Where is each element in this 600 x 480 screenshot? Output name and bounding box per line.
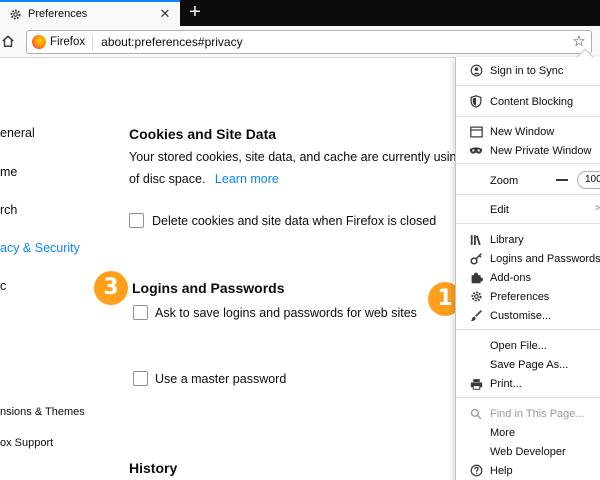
menu-item-label: Help	[490, 464, 513, 477]
zoom-reset-button[interactable]: 100	[577, 171, 600, 189]
paintbrush-icon	[469, 309, 483, 323]
menu-item-label: Zoom	[490, 174, 519, 187]
master-password-label[interactable]: Use a master password	[155, 372, 286, 386]
menu-item-print[interactable]: Print...	[456, 374, 600, 393]
menu-item-addons[interactable]: Add-ons	[456, 268, 600, 287]
cut-icon[interactable]: ✂	[595, 201, 600, 215]
nav-bar: Firefox about:preferences#privacy ☆	[0, 26, 600, 58]
tab-preferences[interactable]: Preferences ✕	[0, 0, 180, 26]
sidebar-item-search[interactable]: rch	[0, 203, 17, 217]
cookies-description: Your stored cookies, site data, and cach…	[129, 150, 457, 164]
gear-icon	[469, 290, 483, 304]
menu-item-help[interactable]: Help	[456, 461, 600, 480]
sidebar-item-home[interactable]: me	[0, 165, 17, 179]
delete-cookies-label[interactable]: Delete cookies and site data when Firefo…	[152, 214, 436, 228]
menu-item-library[interactable]: Library	[456, 230, 600, 249]
identity-label: Firefox	[50, 36, 86, 48]
menu-item-label: Preferences	[490, 290, 550, 303]
menu-item-label: Sign in to Sync	[490, 64, 564, 77]
cookies-description-tail: of disc space.	[129, 172, 206, 186]
sidebar-item-support[interactable]: ox Support	[0, 437, 53, 449]
menu-separator	[456, 223, 600, 224]
zoom-out-button[interactable]	[556, 179, 568, 181]
account-icon	[469, 64, 483, 78]
menu-item-new-window[interactable]: New Window	[456, 122, 600, 141]
url-bar[interactable]: Firefox about:preferences#privacy ☆	[26, 30, 592, 54]
menu-item-label: Logins and Passwords	[490, 252, 600, 265]
sidebar-item-general[interactable]: eneral	[0, 126, 35, 140]
menu-item-preferences[interactable]: Preferences	[456, 287, 600, 306]
menu-item-web-developer[interactable]: Web Developer	[456, 442, 600, 461]
menu-item-label: Add-ons	[490, 271, 531, 284]
menu-item-find[interactable]: Find in This Page...	[456, 404, 600, 423]
master-password-checkbox[interactable]	[133, 371, 148, 386]
ask-save-logins-label[interactable]: Ask to save logins and passwords for web…	[155, 306, 417, 320]
menu-item-content-blocking[interactable]: Content Blocking	[456, 92, 600, 111]
menu-item-edit: Edit ✂	[456, 200, 600, 219]
menu-item-label: Open File...	[490, 339, 547, 352]
learn-more-link[interactable]: Learn more	[215, 172, 279, 186]
menu-separator	[456, 116, 600, 117]
menu-item-label: Save Page As...	[490, 358, 569, 371]
menu-item-label: Web Developer	[490, 445, 566, 458]
library-icon	[469, 233, 483, 247]
menu-item-label: Find in This Page...	[490, 407, 585, 420]
home-icon[interactable]	[1, 34, 17, 50]
menu-item-label: Edit	[490, 203, 509, 216]
private-mask-icon	[469, 144, 483, 158]
tab-title: Preferences	[28, 8, 88, 20]
browser-window: Preferences ✕ + Firefox about:preference…	[0, 0, 600, 480]
firefox-logo-icon	[32, 35, 46, 49]
new-window-icon	[469, 125, 483, 139]
menu-item-save-page[interactable]: Save Page As...	[456, 355, 600, 374]
ask-save-logins-checkbox[interactable]	[133, 305, 148, 320]
menu-item-customise[interactable]: Customise...	[456, 306, 600, 325]
menu-item-label: Content Blocking	[490, 95, 574, 108]
menu-separator	[456, 194, 600, 195]
menu-item-sign-in[interactable]: Sign in to Sync	[456, 61, 600, 80]
menu-item-label: More	[490, 426, 516, 439]
new-tab-button[interactable]: +	[184, 2, 206, 24]
menu-separator	[456, 85, 600, 86]
menu-separator	[456, 163, 600, 164]
help-icon	[469, 464, 483, 478]
sidebar-item-sync[interactable]: c	[0, 279, 6, 293]
history-section-title: History	[129, 460, 178, 476]
sidebar-item-privacy[interactable]: acy & Security	[0, 241, 80, 255]
menu-item-logins[interactable]: Logins and Passwords	[456, 249, 600, 268]
menu-item-label: Print...	[490, 377, 522, 390]
menu-separator	[456, 329, 600, 330]
menu-item-label: Library	[490, 233, 524, 246]
step-badge-3: 3	[94, 271, 128, 305]
identity-box[interactable]: Firefox	[27, 34, 94, 50]
menu-item-label: New Window	[490, 125, 555, 138]
shield-icon	[469, 95, 483, 109]
key-icon	[469, 252, 483, 266]
menu-item-open-file[interactable]: Open File...	[456, 336, 600, 355]
menu-item-more[interactable]: More	[456, 423, 600, 442]
menu-item-label: New Private Window	[490, 144, 592, 157]
logins-section-title: Logins and Passwords	[132, 280, 285, 296]
app-menu: Sign in to Sync Content Blocking New Win…	[455, 48, 600, 480]
puzzle-icon	[469, 271, 483, 285]
printer-icon	[469, 377, 483, 391]
menu-item-new-private-window[interactable]: New Private Window	[456, 141, 600, 160]
cookies-description-line2: of disc space. Learn more	[129, 172, 279, 186]
menu-separator	[456, 397, 600, 398]
delete-cookies-checkbox[interactable]	[129, 213, 144, 228]
tab-strip: Preferences ✕ +	[0, 0, 600, 26]
url-text[interactable]: about:preferences#privacy	[101, 35, 571, 49]
search-icon	[469, 407, 483, 421]
gear-icon	[8, 7, 22, 21]
menu-item-label: Customise...	[490, 309, 552, 322]
cookies-section-title: Cookies and Site Data	[129, 126, 277, 142]
close-icon[interactable]: ✕	[158, 7, 172, 21]
menu-item-zoom: Zoom 100	[456, 171, 600, 190]
sidebar-item-extensions[interactable]: nsions & Themes	[0, 406, 85, 418]
